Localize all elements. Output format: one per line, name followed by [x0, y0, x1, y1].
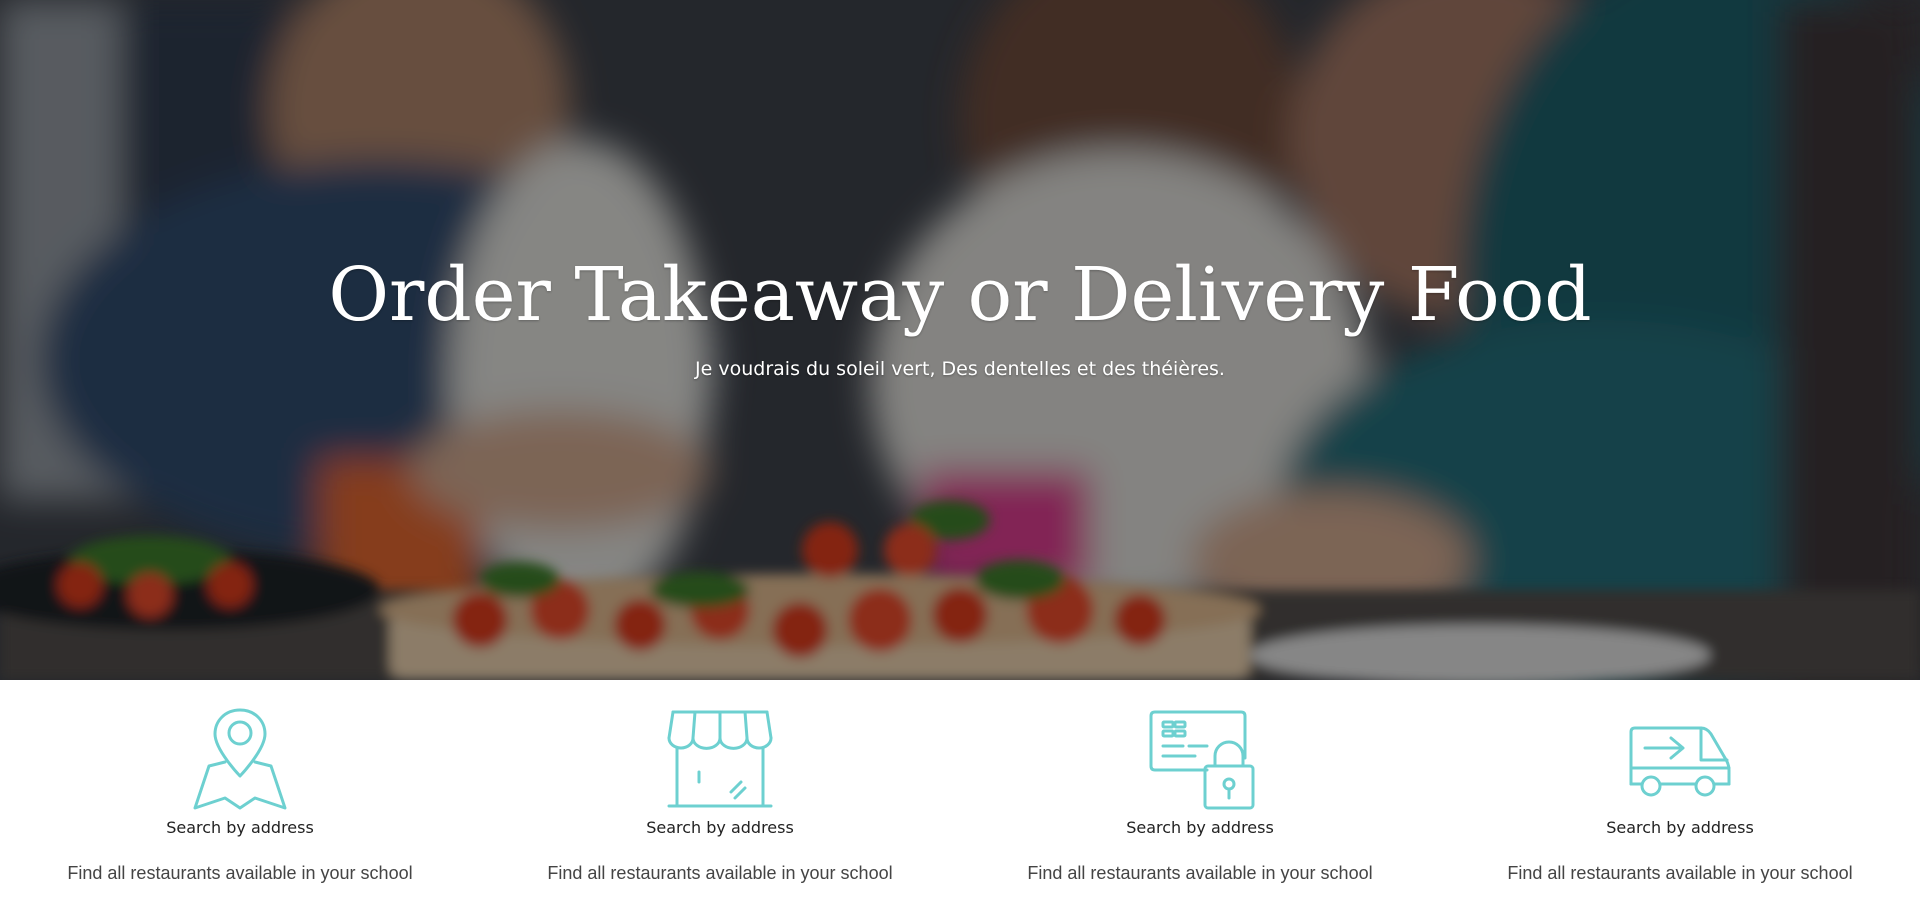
feature-card: Search by address Find all restaurants a… [40, 680, 440, 918]
feature-title: Search by address [646, 818, 794, 837]
hero-banner: Order Takeaway or Delivery Food Je voudr… [0, 0, 1920, 680]
delivery-van-icon [1629, 726, 1731, 797]
hero-content: Order Takeaway or Delivery Food Je voudr… [0, 252, 1920, 381]
feature-description: Find all restaurants available in your s… [67, 863, 413, 883]
hero-title: Order Takeaway or Delivery Food [328, 252, 1592, 338]
feature-card: Search by address Find all restaurants a… [1480, 680, 1880, 918]
feature-card: Search by address Find all restaurants a… [520, 680, 920, 918]
feature-description: Find all restaurants available in your s… [547, 863, 893, 883]
feature-title: Search by address [1606, 818, 1754, 837]
storefront-icon [667, 710, 773, 808]
map-pin-icon [193, 708, 287, 810]
feature-title: Search by address [1126, 818, 1274, 837]
features-row: Search by address Find all restaurants a… [0, 680, 1920, 918]
secure-card-icon [1149, 710, 1255, 810]
feature-title: Search by address [166, 818, 314, 837]
feature-card: Search by address Find all restaurants a… [1000, 680, 1400, 918]
hero-subtitle: Je voudrais du soleil vert, Des dentelle… [695, 358, 1225, 381]
feature-description: Find all restaurants available in your s… [1507, 863, 1853, 883]
feature-description: Find all restaurants available in your s… [1027, 863, 1373, 883]
